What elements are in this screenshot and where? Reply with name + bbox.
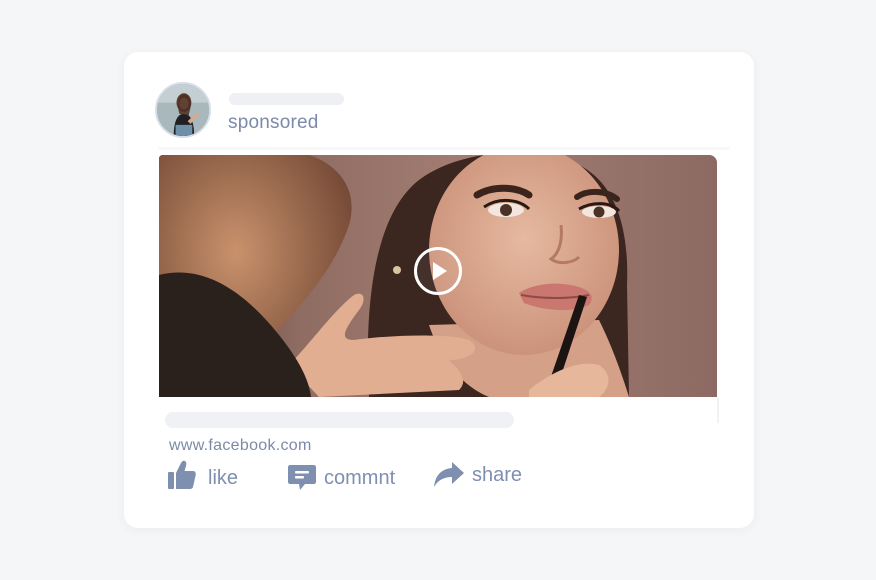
like-button[interactable]: like [168, 460, 238, 490]
play-icon [433, 262, 447, 280]
header-divider [158, 147, 730, 150]
link-title-placeholder [165, 412, 514, 428]
page-background: sponsored www.facebook.com like commnt s… [0, 0, 876, 580]
comment-label: commnt [324, 466, 396, 489]
post-video[interactable] [159, 155, 717, 397]
author-name-placeholder [229, 93, 344, 105]
sponsored-post-card: sponsored www.facebook.com like commnt s… [124, 52, 754, 528]
avatar[interactable] [155, 82, 211, 138]
share-button[interactable]: share [434, 462, 522, 488]
share-icon [434, 462, 464, 487]
comment-icon [288, 465, 316, 490]
thumbs-up-icon [168, 460, 196, 489]
avatar-photo [157, 84, 209, 136]
link-url[interactable]: www.facebook.com [169, 437, 312, 455]
sponsored-label: sponsored [228, 112, 319, 133]
media-edge-divider [717, 397, 719, 423]
play-button[interactable] [414, 247, 462, 295]
comment-button[interactable]: commnt [288, 465, 395, 491]
like-label: like [208, 466, 239, 489]
share-label: share [472, 463, 523, 486]
